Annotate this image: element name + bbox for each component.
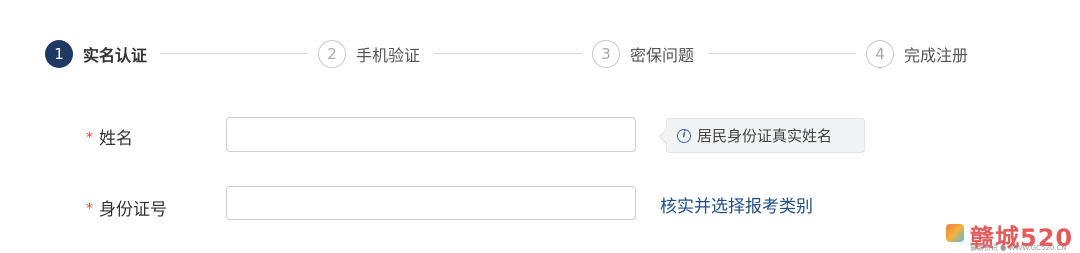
name-hint-tooltip: i 居民身份证真实姓名 bbox=[666, 118, 865, 153]
step-1-label: 实名认证 bbox=[83, 46, 148, 65]
site-watermark: 赣城520 最新资讯 ● WWW.GC520.CN bbox=[940, 212, 1080, 252]
name-input[interactable] bbox=[226, 117, 636, 152]
step-4-number: 4 bbox=[866, 40, 894, 68]
step-1: 1 实名认证 bbox=[45, 39, 147, 69]
step-connector-2 bbox=[434, 53, 582, 54]
name-field-label: * 姓名 bbox=[86, 124, 133, 149]
info-icon: i bbox=[677, 128, 691, 143]
step-4-label: 完成注册 bbox=[904, 46, 969, 65]
required-mark: * bbox=[86, 200, 93, 217]
step-4: 4 完成注册 bbox=[866, 39, 968, 69]
required-mark: * bbox=[86, 129, 93, 146]
id-field-label: * 身份证号 bbox=[86, 195, 167, 220]
step-connector-3 bbox=[708, 53, 856, 54]
step-progress-bar: 1 实名认证 2 手机验证 3 密保问题 4 完成注册 bbox=[0, 0, 1080, 100]
step-2-label: 手机验证 bbox=[356, 46, 421, 65]
verify-category-link[interactable]: 核实并选择报考类别 bbox=[660, 192, 813, 217]
step-3-label: 密保问题 bbox=[630, 46, 695, 65]
step-connector-1 bbox=[160, 53, 308, 54]
step-1-number: 1 bbox=[45, 40, 73, 68]
step-2-number: 2 bbox=[318, 40, 346, 68]
step-3: 3 密保问题 bbox=[592, 39, 694, 69]
name-hint-text: 居民身份证真实姓名 bbox=[697, 127, 833, 145]
step-3-number: 3 bbox=[592, 40, 620, 68]
watermark-logo-icon bbox=[946, 224, 964, 242]
id-label-text: 身份证号 bbox=[99, 200, 167, 220]
step-2: 2 手机验证 bbox=[318, 39, 420, 69]
watermark-subtitle: 最新资讯 ● WWW.GC520.CN bbox=[970, 244, 1067, 252]
name-label-text: 姓名 bbox=[99, 129, 133, 149]
id-number-input[interactable] bbox=[226, 186, 636, 220]
